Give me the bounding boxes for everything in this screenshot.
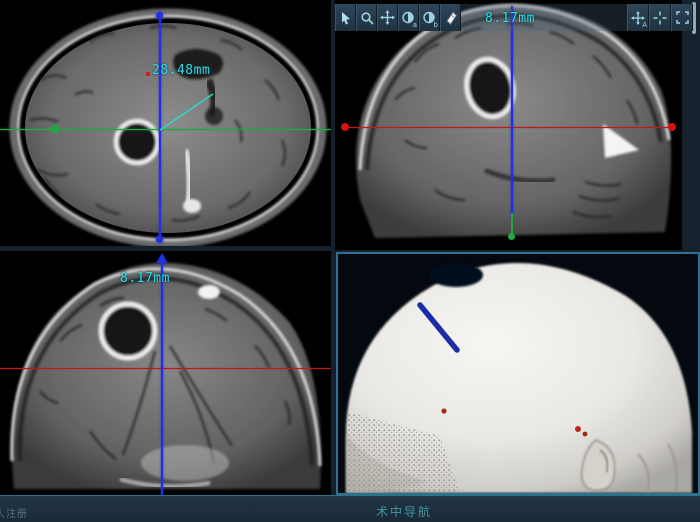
zoom-icon: [360, 11, 374, 25]
axial-measure-endpoint[interactable]: [146, 72, 150, 76]
contrast-a-button[interactable]: a: [398, 4, 419, 31]
sagittal-mri-image: [335, 0, 682, 250]
toolbar-right-group: A: [627, 4, 693, 31]
cursor-tool-button[interactable]: [335, 4, 356, 31]
axial-measurement-line: [0, 0, 331, 246]
fiducial-marker: [441, 408, 446, 413]
coronal-view[interactable]: 8.17mm: [0, 251, 331, 495]
contrast-a-label: a: [413, 22, 417, 29]
pan-tool-button[interactable]: [377, 4, 398, 31]
pan-icon: [380, 10, 395, 25]
sagittal-view[interactable]: 8.17mm: [335, 0, 682, 250]
eraser-tool-button[interactable]: [440, 4, 461, 31]
skull-3d-render: [338, 254, 698, 493]
center-crosshair-button[interactable]: [649, 4, 671, 31]
fullscreen-icon: [676, 11, 689, 24]
auto-pan-label: A: [642, 22, 647, 29]
crosshair-icon: [653, 11, 667, 25]
axial-view[interactable]: 28.48mm: [0, 0, 331, 246]
status-title: 术中导航: [376, 503, 432, 520]
fiducial-marker: [583, 432, 588, 437]
contrast-b-button[interactable]: b: [419, 4, 440, 31]
eraser-icon: [442, 9, 459, 26]
cursor-icon: [339, 11, 353, 25]
coronal-mri-image: [0, 251, 331, 495]
status-left-text[interactable]: 人注册: [0, 505, 28, 520]
toolbar-left-group: a b: [335, 4, 461, 31]
zoom-tool-button[interactable]: [356, 4, 377, 31]
status-bar: 人注册 术中导航: [0, 495, 700, 522]
render-3d-view[interactable]: [336, 252, 700, 495]
fullscreen-button[interactable]: [671, 4, 693, 31]
contrast-b-label: b: [434, 22, 438, 29]
navigation-app: 28.48mm: [0, 0, 700, 522]
right-edge-panel: [682, 0, 700, 250]
auto-pan-button[interactable]: A: [627, 4, 649, 31]
fiducial-marker: [575, 426, 581, 432]
